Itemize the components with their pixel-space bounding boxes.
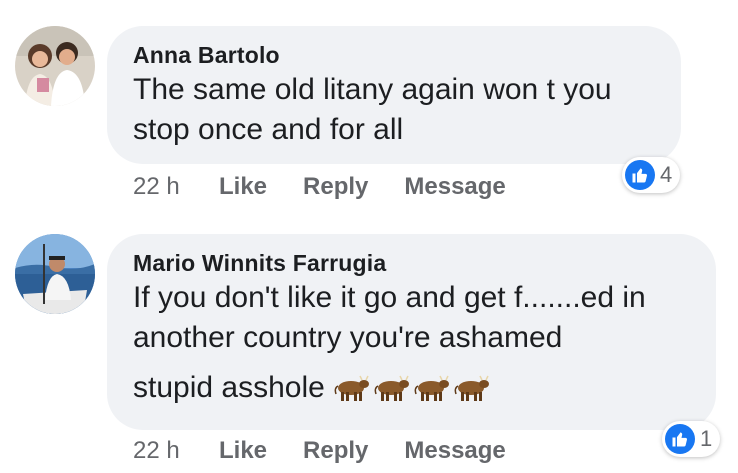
comment-text-line: stop once and for all — [133, 113, 404, 146]
comment-bubble: Anna Bartolo The same old litany again w… — [107, 26, 681, 164]
reply-link[interactable]: Reply — [303, 437, 368, 465]
like-link[interactable]: Like — [219, 173, 267, 201]
comment-mario-winnits-farrugia: Mario Winnits Farrugia If you don't like… — [0, 220, 738, 473]
like-link[interactable]: Like — [219, 437, 267, 465]
timestamp[interactable]: 22 h — [133, 173, 219, 201]
comment-anna-bartolo: Anna Bartolo The same old litany again w… — [0, 0, 738, 220]
ox-emoji-icon — [454, 375, 489, 401]
message-link[interactable]: Message — [404, 173, 505, 201]
man-on-boat-photo-icon — [15, 234, 95, 314]
comment-actions: 22 h Like Reply Message — [133, 437, 542, 465]
timestamp[interactable]: 22 h — [133, 437, 219, 465]
reaction-summary[interactable]: 4 — [622, 157, 681, 193]
comment-text-line-with-emoji: stupid asshole — [133, 368, 690, 408]
comment-text-line: The same old litany again won t you — [133, 73, 612, 106]
reaction-count: 1 — [700, 426, 713, 451]
reaction-count: 4 — [660, 162, 673, 187]
message-link[interactable]: Message — [404, 437, 505, 465]
comment-text-line: another country you're ashamed — [133, 321, 563, 354]
children-photo-icon — [15, 26, 95, 106]
ox-emoji-icon — [374, 375, 409, 401]
reaction-summary[interactable]: 1 — [662, 421, 721, 457]
comment-text-line: If you don't like it go and get f.......… — [133, 281, 646, 314]
comment-author[interactable]: Mario Winnits Farrugia — [133, 248, 690, 278]
comment-actions: 22 h Like Reply Message — [133, 173, 542, 201]
ox-emoji-group — [333, 373, 491, 403]
reply-link[interactable]: Reply — [303, 173, 368, 201]
avatar[interactable] — [15, 26, 95, 106]
comment-text: stupid asshole — [133, 371, 325, 404]
thumbs-up-icon — [665, 424, 695, 454]
comment-bubble: Mario Winnits Farrugia If you don't like… — [107, 234, 716, 430]
thumbs-up-icon — [625, 160, 655, 190]
ox-emoji-icon — [334, 375, 369, 401]
avatar[interactable] — [15, 234, 95, 314]
comment-author[interactable]: Anna Bartolo — [133, 40, 655, 70]
ox-emoji-icon — [414, 375, 449, 401]
